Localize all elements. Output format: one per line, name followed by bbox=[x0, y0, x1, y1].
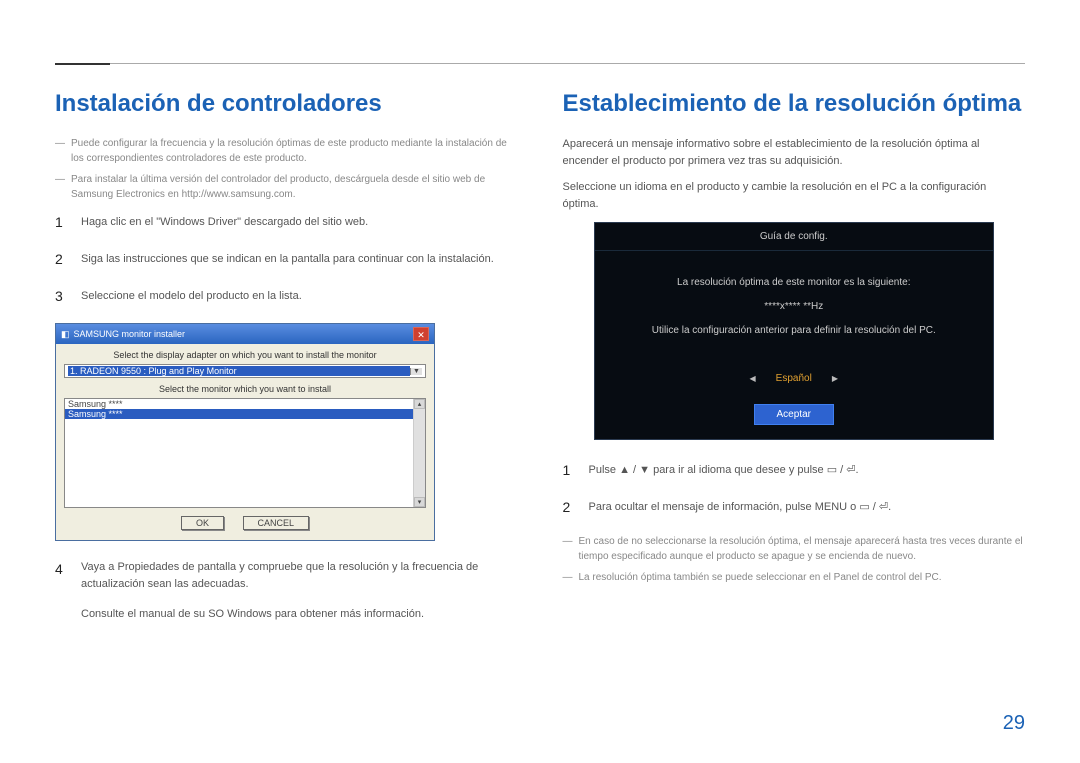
intro-text: Seleccione un idioma en el producto y ca… bbox=[563, 179, 1026, 212]
note-item: ― En caso de no seleccionarse la resoluc… bbox=[563, 534, 1026, 564]
scrollbar[interactable]: ▴ ▾ bbox=[413, 399, 425, 507]
step-number: 3 bbox=[55, 286, 67, 307]
dialog-body: Select the display adapter on which you … bbox=[56, 344, 434, 540]
step-text: Siga las instrucciones que se indican en… bbox=[81, 249, 494, 270]
dash-icon: ― bbox=[563, 570, 573, 585]
intro-text: Aparecerá un mensaje informativo sobre e… bbox=[563, 136, 1026, 169]
dialog-titlebar: ◧ SAMSUNG monitor installer ✕ bbox=[56, 324, 434, 344]
osd-language: Español bbox=[776, 373, 812, 384]
list-item[interactable]: Samsung **** bbox=[65, 399, 425, 409]
step-text: Pulse ▲ / ▼ para ir al idioma que desee … bbox=[589, 460, 859, 481]
step-item: 1 Haga clic en el "Windows Driver" desca… bbox=[55, 212, 518, 233]
dash-icon: ― bbox=[55, 136, 65, 166]
step-text: Para ocultar el mensaje de información, … bbox=[589, 497, 892, 518]
dialog-buttons: OK CANCEL bbox=[64, 508, 426, 534]
step-item: 2 Siga las instrucciones que se indican … bbox=[55, 249, 518, 270]
osd-title: Guía de config. bbox=[595, 223, 993, 250]
ok-button[interactable]: OK bbox=[181, 516, 224, 530]
note-text: Para instalar la última versión del cont… bbox=[71, 172, 518, 202]
step-item: 2 Para ocultar el mensaje de información… bbox=[563, 497, 1026, 518]
dialog-label: Select the monitor which you want to ins… bbox=[64, 384, 426, 394]
combo-value: 1. RADEON 9550 : Plug and Play Monitor bbox=[68, 366, 410, 376]
step-item: 1 Pulse ▲ / ▼ para ir al idioma que dese… bbox=[563, 460, 1026, 481]
step-text: Haga clic en el "Windows Driver" descarg… bbox=[81, 212, 368, 233]
step-extra: Consulte el manual de su SO Windows para… bbox=[81, 606, 424, 620]
page-number: 29 bbox=[1003, 712, 1025, 735]
step-number: 4 bbox=[55, 559, 67, 623]
dash-icon: ― bbox=[55, 172, 65, 202]
osd-line: Utilice la configuración anterior para d… bbox=[615, 319, 973, 343]
step-number: 1 bbox=[563, 460, 575, 481]
step-text: Vaya a Propiedades de pantalla y comprue… bbox=[81, 559, 478, 590]
header-accent bbox=[55, 63, 110, 65]
scroll-down-icon[interactable]: ▾ bbox=[414, 497, 425, 507]
osd-language-selector: ◀ Español ▶ bbox=[595, 373, 993, 384]
osd-body: La resolución óptima de este monitor es … bbox=[595, 251, 993, 353]
list-item[interactable]: Samsung **** bbox=[65, 409, 425, 419]
note-text: En caso de no seleccionarse la resolució… bbox=[579, 534, 1026, 564]
note-item: ― La resolución óptima también se puede … bbox=[563, 570, 1026, 585]
right-column: Establecimiento de la resolución óptima … bbox=[563, 45, 1026, 639]
note-item: ― Puede configurar la frecuencia y la re… bbox=[55, 136, 518, 166]
note-text: Puede configurar la frecuencia y la reso… bbox=[71, 136, 518, 166]
heading-left: Instalación de controladores bbox=[55, 90, 518, 118]
note-text: La resolución óptima también se puede se… bbox=[579, 570, 942, 585]
osd-accept-button[interactable]: Aceptar bbox=[754, 404, 834, 425]
installer-dialog: ◧ SAMSUNG monitor installer ✕ Select the… bbox=[55, 323, 435, 541]
dialog-icon: ◧ bbox=[61, 329, 70, 340]
dash-icon: ― bbox=[563, 534, 573, 564]
arrow-right-icon[interactable]: ▶ bbox=[832, 374, 838, 383]
steps-list: 1 Pulse ▲ / ▼ para ir al idioma que dese… bbox=[563, 460, 1026, 518]
step-item: 3 Seleccione el modelo del producto en l… bbox=[55, 286, 518, 307]
osd-line: La resolución óptima de este monitor es … bbox=[615, 271, 973, 295]
step-number: 1 bbox=[55, 212, 67, 233]
cancel-button[interactable]: CANCEL bbox=[243, 516, 310, 530]
osd-panel: Guía de config. La resolución óptima de … bbox=[594, 222, 994, 440]
step-text: Seleccione el modelo del producto en la … bbox=[81, 286, 302, 307]
step-body: Vaya a Propiedades de pantalla y comprue… bbox=[81, 559, 518, 623]
step-item: 4 Vaya a Propiedades de pantalla y compr… bbox=[55, 559, 518, 623]
osd-resolution: ****x**** **Hz bbox=[615, 295, 973, 319]
steps-list: 1 Haga clic en el "Windows Driver" desca… bbox=[55, 212, 518, 307]
dialog-title: SAMSUNG monitor installer bbox=[70, 329, 413, 339]
header-rule bbox=[55, 63, 1025, 64]
scroll-up-icon[interactable]: ▴ bbox=[414, 399, 425, 409]
close-icon[interactable]: ✕ bbox=[413, 327, 429, 341]
chevron-down-icon[interactable]: ▼ bbox=[410, 368, 422, 375]
dialog-label: Select the display adapter on which you … bbox=[64, 350, 426, 360]
adapter-combo[interactable]: 1. RADEON 9550 : Plug and Play Monitor ▼ bbox=[64, 364, 426, 378]
monitor-listbox[interactable]: Samsung **** Samsung **** ▴ ▾ bbox=[64, 398, 426, 508]
heading-right: Establecimiento de la resolución óptima bbox=[563, 90, 1026, 118]
arrow-left-icon[interactable]: ◀ bbox=[750, 374, 756, 383]
page-content: Instalación de controladores ― Puede con… bbox=[0, 0, 1080, 669]
note-item: ― Para instalar la última versión del co… bbox=[55, 172, 518, 202]
step-number: 2 bbox=[55, 249, 67, 270]
step-number: 2 bbox=[563, 497, 575, 518]
left-column: Instalación de controladores ― Puede con… bbox=[55, 45, 518, 639]
